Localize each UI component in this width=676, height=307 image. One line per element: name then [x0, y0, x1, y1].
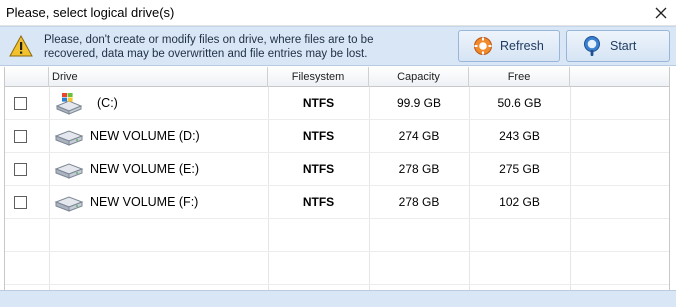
drive-checkbox[interactable]	[14, 130, 27, 143]
warning-line-2: recovered, data may be overwritten and f…	[44, 48, 368, 60]
window-title: Please, select logical drive(s)	[6, 5, 175, 20]
drive-capacity: 99.9 GB	[396, 96, 442, 110]
footer-bar	[0, 290, 676, 307]
hard-drive-icon	[54, 130, 84, 146]
table-row[interactable]: NEW VOLUME (E:) NTFS 278 GB 275 GB	[5, 153, 669, 186]
drive-free: 50.6 GB	[497, 96, 542, 110]
drive-name: NEW VOLUME (D:)	[90, 129, 200, 143]
empty-row	[5, 252, 669, 285]
magnifier-icon	[584, 36, 600, 56]
windows-drive-icon	[55, 93, 83, 115]
hard-drive-icon	[54, 163, 84, 179]
drive-name: NEW VOLUME (E:)	[90, 162, 200, 176]
refresh-button[interactable]: Refresh	[458, 30, 560, 62]
drive-filesystem: NTFS	[302, 162, 335, 176]
warning-icon	[9, 35, 33, 57]
close-icon	[655, 7, 667, 19]
warning-toolbar: Please, don't create or modify files on …	[0, 26, 676, 66]
hard-drive-icon	[54, 196, 84, 212]
header-capacity[interactable]: Capacity	[369, 67, 469, 87]
warning-message: Please, don't create or modify files on …	[44, 33, 374, 61]
refresh-label: Refresh	[500, 39, 544, 53]
drive-free: 275 GB	[499, 162, 540, 176]
drive-capacity: 278 GB	[398, 162, 440, 176]
drive-name: (C:)	[97, 96, 118, 110]
drive-capacity: 278 GB	[398, 195, 440, 209]
drive-name: NEW VOLUME (F:)	[90, 195, 199, 209]
title-bar: Please, select logical drive(s)	[0, 0, 676, 26]
drive-table: Drive Filesystem Capacity Free (C:) NTFS…	[4, 67, 670, 290]
table-header: Drive Filesystem Capacity Free	[5, 67, 669, 87]
header-free[interactable]: Free	[469, 67, 570, 87]
drive-filesystem: NTFS	[302, 129, 335, 143]
header-empty	[570, 67, 669, 87]
drive-free: 102 GB	[499, 195, 540, 209]
drive-capacity: 274 GB	[398, 129, 440, 143]
start-button[interactable]: Start	[566, 30, 670, 62]
table-row[interactable]: (C:) NTFS 99.9 GB 50.6 GB	[5, 87, 669, 120]
header-drive[interactable]: Drive	[49, 67, 268, 87]
table-row[interactable]: NEW VOLUME (F:) NTFS 278 GB 102 GB	[5, 186, 669, 219]
start-label: Start	[610, 39, 637, 53]
header-checkbox-column	[5, 67, 49, 87]
drive-checkbox[interactable]	[14, 163, 27, 176]
close-button[interactable]	[646, 0, 676, 26]
warning-line-1: Please, don't create or modify files on …	[44, 34, 374, 46]
table-row[interactable]: NEW VOLUME (D:) NTFS 274 GB 243 GB	[5, 120, 669, 153]
empty-row	[5, 219, 669, 252]
header-filesystem[interactable]: Filesystem	[268, 67, 369, 87]
drive-filesystem: NTFS	[302, 96, 335, 110]
drive-free: 243 GB	[499, 129, 540, 143]
refresh-icon	[474, 37, 492, 55]
drive-checkbox[interactable]	[14, 196, 27, 209]
drive-checkbox[interactable]	[14, 97, 27, 110]
drive-filesystem: NTFS	[302, 195, 335, 209]
